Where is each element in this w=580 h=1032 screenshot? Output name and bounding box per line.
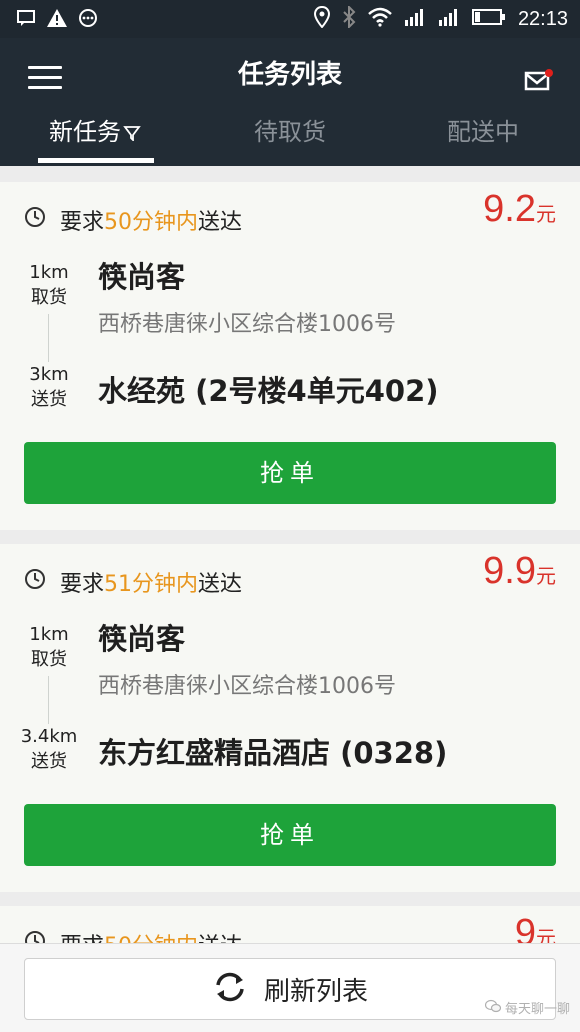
- status-bar: 22:13: [0, 0, 580, 38]
- task-card: 要求 50分钟内 送达 9.2元 1km 取货 筷尚客 西桥巷唐徕小区综合楼1006号…: [0, 182, 580, 530]
- pickup-name: 筷尚客: [98, 622, 186, 656]
- pickup-distance-value: 1km: [29, 624, 69, 645]
- bottom-bar: 刷新列表 每天聊一聊: [0, 943, 580, 1032]
- grab-order-button[interactable]: 抢单: [24, 804, 556, 866]
- clock-icon: [24, 568, 46, 596]
- price-unit: 元: [536, 204, 556, 226]
- filter-icon: [121, 118, 141, 146]
- pickup-name: 筷尚客: [98, 260, 186, 294]
- battery-icon: [471, 8, 506, 30]
- delivery-time-requirement: 要求50分钟内送达: [24, 204, 242, 236]
- pickup-distance: 1km 取货: [14, 260, 84, 310]
- mail-icon[interactable]: [524, 68, 554, 92]
- clock-time: 22:13: [517, 7, 568, 30]
- watermark-text: 每天聊一聊: [504, 1002, 570, 1017]
- task-card: 要求 51分钟内 送达 9.9元 1km 取货 筷尚客 西桥巷唐徕小区综合楼1006号…: [0, 544, 580, 892]
- delivery-distance: 3.4km 送货: [14, 724, 84, 774]
- pickup-label: 取货: [31, 287, 67, 308]
- watermark: 每天聊一聊: [484, 998, 570, 1017]
- wifi-icon: [368, 7, 392, 31]
- clock-icon: [24, 206, 46, 234]
- price-value: 9.9: [483, 550, 536, 592]
- refresh-icon: [212, 969, 248, 1009]
- price-unit: 元: [536, 566, 556, 588]
- signal-icon: [404, 7, 426, 31]
- tab-indicator: [38, 158, 154, 163]
- delivery-distance: 3km 送货: [14, 362, 84, 412]
- tab-awaiting-pickup[interactable]: 待取货: [195, 112, 385, 166]
- location-icon: [313, 5, 330, 32]
- page-title: 任务列表: [237, 60, 342, 90]
- pickup-label: 取货: [31, 649, 67, 670]
- time-prefix: 要求: [60, 572, 105, 597]
- bluetooth-icon: [342, 4, 356, 32]
- time-suffix: 送达: [198, 572, 243, 597]
- delivery-distance-value: 3km: [29, 364, 69, 385]
- pickup-distance-value: 1km: [29, 262, 69, 283]
- time-limit: 51分钟内: [104, 572, 199, 597]
- signal-icon: [438, 7, 460, 31]
- delivery-label: 送货: [31, 751, 67, 772]
- delivery-distance-value: 3.4km: [20, 726, 78, 747]
- wechat-icon: [484, 999, 502, 1017]
- route-line: [48, 314, 49, 362]
- delivery-label: 送货: [31, 389, 67, 410]
- time-prefix: 要求: [60, 210, 105, 235]
- tab-delivering[interactable]: 配送中: [388, 112, 578, 166]
- time-limit: 50分钟内: [104, 210, 199, 235]
- refresh-list-button[interactable]: 刷新列表: [24, 958, 556, 1020]
- grab-order-button[interactable]: 抢单: [24, 442, 556, 504]
- message-icon: [16, 8, 36, 32]
- app-header: 任务列表 新任务 待取货 配送中: [0, 38, 580, 166]
- task-price: 9.9元: [483, 550, 556, 593]
- more-icon: [78, 8, 98, 32]
- route-line: [48, 676, 49, 724]
- delivery-name: 水经苑 (2号楼4单元402): [98, 374, 439, 408]
- refresh-label: 刷新列表: [263, 976, 368, 1007]
- pickup-address: 西桥巷唐徕小区综合楼1006号: [98, 312, 396, 337]
- pickup-address: 西桥巷唐徕小区综合楼1006号: [98, 674, 396, 699]
- time-suffix: 送达: [198, 210, 243, 235]
- price-value: 9.2: [483, 188, 536, 230]
- task-price: 9.2元: [483, 188, 556, 231]
- tab-label: 新任务: [49, 118, 121, 146]
- delivery-name: 东方红盛精品酒店 (0328): [98, 736, 448, 770]
- pickup-distance: 1km 取货: [14, 622, 84, 672]
- delivery-time-requirement: 要求 51分钟内 送达: [24, 566, 242, 598]
- warning-icon: [46, 8, 68, 32]
